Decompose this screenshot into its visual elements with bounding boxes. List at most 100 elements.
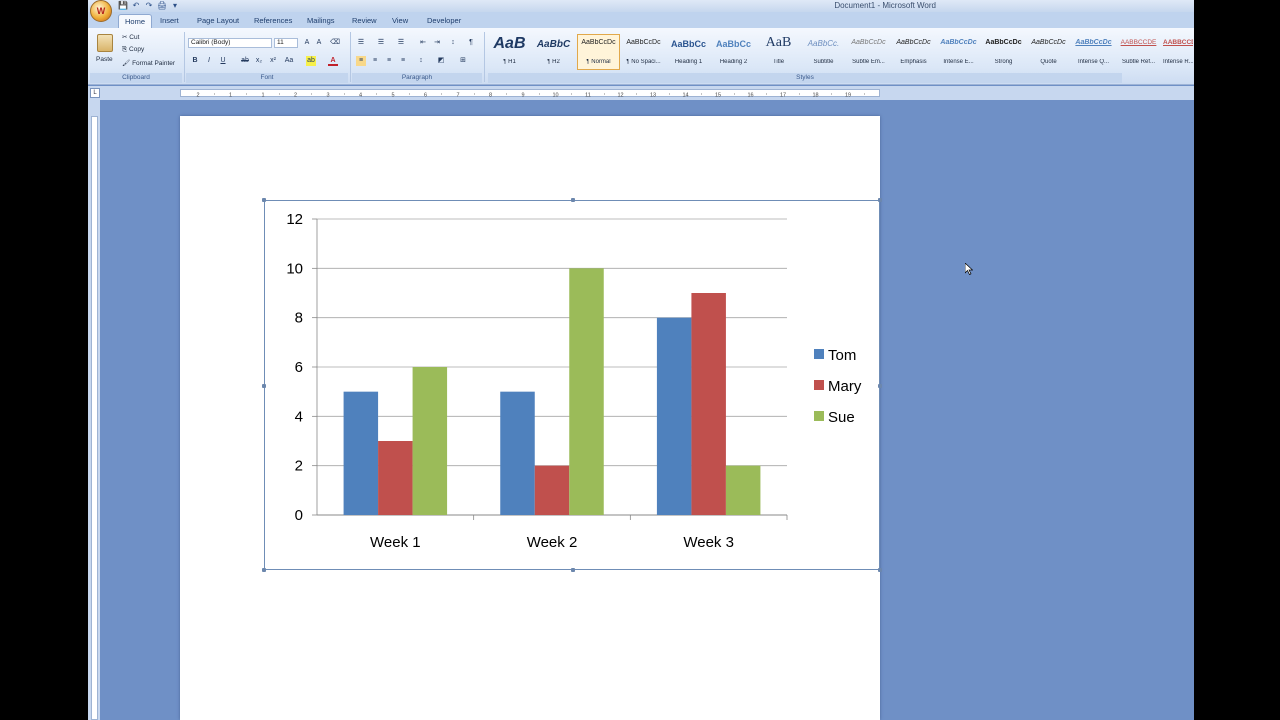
tab-insert[interactable]: Insert [154, 14, 185, 28]
ruler-number: 13 [650, 93, 656, 99]
style-strong[interactable]: AaBbCcDc Strong [982, 34, 1025, 70]
increase-indent-icon[interactable]: ⇥ [432, 38, 442, 48]
style-title[interactable]: AaB Title [757, 34, 800, 70]
ruler-number: 7 [456, 93, 459, 99]
resize-handle[interactable] [262, 384, 266, 388]
ruler-number: 5 [391, 93, 394, 99]
bar-tom-week-3 [656, 317, 692, 515]
subscript-icon[interactable]: x₂ [254, 56, 264, 66]
strikethrough-icon[interactable]: ab [240, 56, 250, 66]
ruler-number: 2 [294, 93, 297, 99]
tab-references[interactable]: References [248, 14, 298, 28]
vertical-ruler[interactable] [88, 100, 100, 720]
format-painter-button[interactable]: 🖌 Format Painter [122, 59, 175, 67]
multilevel-list-icon[interactable]: ☰ [396, 38, 406, 48]
ruler-number: 9 [521, 93, 524, 99]
style-no-spacing[interactable]: AaBbCcDc ¶ No Spaci... [622, 34, 665, 70]
horizontal-ruler[interactable]: 2 1 1 2 3 4 5 6 7 8 9 10 11 12 13 14 15 16 17 18 19 [88, 86, 1194, 100]
tab-home[interactable]: Home [118, 14, 153, 28]
resize-handle[interactable] [878, 198, 882, 202]
office-button[interactable]: W [90, 0, 112, 22]
paste-button[interactable]: Paste [94, 32, 116, 68]
ruler-scale [91, 116, 98, 720]
show-marks-icon[interactable]: ¶ [466, 38, 476, 48]
numbering-icon[interactable]: ☰ [376, 38, 386, 48]
ruler-number: 6 [424, 93, 427, 99]
bar-tom-week-1 [343, 391, 379, 515]
align-right-icon[interactable]: ≡ [384, 56, 394, 66]
tab-review[interactable]: Review [346, 14, 383, 28]
ruler-number: 11 [585, 93, 591, 99]
word-window: 💾 ↶ ↷ 🖨 ▾ Document1 - Microsoft Word W H… [88, 0, 1194, 720]
style-heading-1[interactable]: AaBbCc Heading 1 [667, 34, 710, 70]
bar-chart[interactable]: 0 2 4 6 8 10 12 Week 1 Week 2 Week 3 Tom Mary Sue [265, 201, 881, 571]
align-center-icon[interactable]: ≡ [370, 56, 380, 66]
ruler-number: 4 [359, 93, 362, 99]
ruler-number: 2 [196, 93, 199, 99]
bar-sue-week-1 [412, 367, 448, 515]
tab-selector-button[interactable]: L [90, 88, 100, 98]
style-intense-emphasis[interactable]: AaBbCcDc Intense E... [937, 34, 980, 70]
borders-icon[interactable]: ⊞ [458, 56, 468, 66]
shrink-font-icon[interactable]: A [314, 38, 324, 48]
window-title: Document1 - Microsoft Word [834, 1, 936, 10]
font-color-icon[interactable]: A [328, 56, 338, 66]
change-case-icon[interactable]: Aa [284, 56, 294, 66]
y-tick-label: 8 [295, 310, 303, 327]
legend-label-mary: Mary [828, 378, 862, 395]
line-spacing-icon[interactable]: ↕ [416, 56, 426, 66]
ruler-number: 12 [617, 93, 623, 99]
ribbon-tabs: Home Insert Page Layout References Maili… [88, 12, 1194, 28]
tab-mailings[interactable]: Mailings [301, 14, 341, 28]
bullets-icon[interactable]: ☰ [356, 38, 366, 48]
style-emphasis[interactable]: AaBbCcDc Emphasis [892, 34, 935, 70]
tab-developer[interactable]: Developer [421, 14, 467, 28]
align-left-icon[interactable]: ≡ [356, 56, 366, 66]
resize-handle[interactable] [262, 198, 266, 202]
ruler-number: 17 [780, 93, 786, 99]
shading-icon[interactable]: ◩ [436, 56, 446, 66]
sort-icon[interactable]: ↕ [448, 38, 458, 48]
style-h2[interactable]: AaBbC ¶ H2 [532, 34, 575, 70]
resize-handle[interactable] [878, 568, 882, 572]
chart-object[interactable]: 0 2 4 6 8 10 12 Week 1 Week 2 Week 3 Tom Mary Sue [262, 198, 882, 572]
style-subtitle[interactable]: AaBbCc. Subtitle [802, 34, 845, 70]
style-normal[interactable]: AaBbCcDc ¶ Normal [577, 34, 620, 70]
style-h1[interactable]: AaB ¶ H1 [488, 34, 531, 70]
resize-handle[interactable] [262, 568, 266, 572]
tab-page-layout[interactable]: Page Layout [191, 14, 245, 28]
highlight-icon[interactable]: ab [306, 56, 316, 66]
group-separator [350, 32, 351, 82]
style-subtle-emphasis[interactable]: AaBbCcDc Subtle Em... [847, 34, 890, 70]
underline-icon[interactable]: U [218, 56, 228, 66]
font-size-combo[interactable]: 11 [274, 38, 298, 48]
ruler-number: 14 [682, 93, 688, 99]
style-quote[interactable]: AaBbCcDc Quote [1027, 34, 1070, 70]
style-subtle-reference[interactable]: AABBCCDE Subtle Ref... [1117, 34, 1160, 70]
superscript-icon[interactable]: x² [268, 56, 278, 66]
style-intense-reference[interactable]: AABBCCDIIntense R... [1162, 34, 1194, 70]
bar-mary-week-2 [534, 465, 570, 515]
style-heading-2[interactable]: AaBbCc Heading 2 [712, 34, 755, 70]
y-tick-label: 4 [295, 408, 303, 425]
italic-icon[interactable]: I [204, 56, 214, 66]
justify-icon[interactable]: ≡ [398, 56, 408, 66]
decrease-indent-icon[interactable]: ⇤ [418, 38, 428, 48]
font-name-combo[interactable]: Calibri (Body) [188, 38, 272, 48]
y-tick-label: 2 [295, 458, 303, 475]
ruler-number: 10 [552, 93, 558, 99]
style-intense-quote[interactable]: AaBbCcDc Intense Q... [1072, 34, 1115, 70]
resize-handle[interactable] [571, 198, 575, 202]
legend-swatch-sue [814, 411, 824, 421]
copy-button[interactable]: ⎘ Copy [122, 46, 144, 54]
resize-handle[interactable] [571, 568, 575, 572]
resize-handle[interactable] [878, 384, 882, 388]
bar-tom-week-2 [500, 391, 535, 515]
tab-view[interactable]: View [386, 14, 414, 28]
grow-font-icon[interactable]: A [302, 38, 312, 48]
ruler-number: 8 [489, 93, 492, 99]
bold-icon[interactable]: B [190, 56, 200, 66]
cut-button[interactable]: ✂ Cut [122, 33, 139, 41]
clear-format-icon[interactable]: ⌫ [330, 38, 340, 48]
document-page[interactable]: 0 2 4 6 8 10 12 Week 1 Week 2 Week 3 Tom Mary Sue [180, 116, 882, 720]
